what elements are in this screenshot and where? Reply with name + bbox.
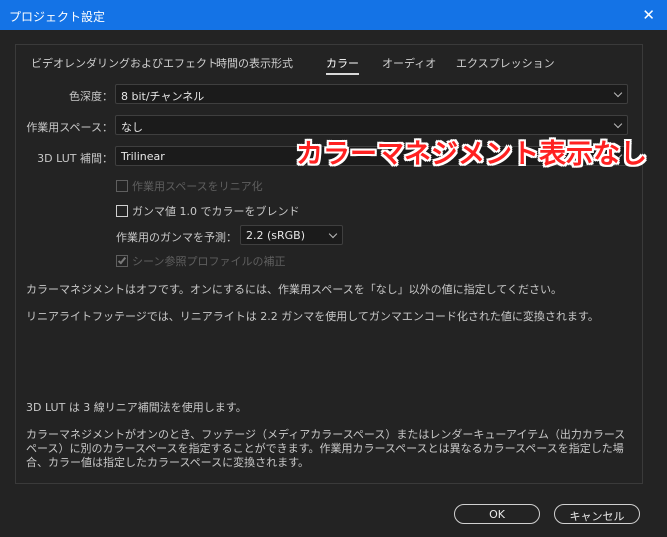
bit-depth-select[interactable]: 8 bit/チャンネル xyxy=(115,84,628,104)
checkbox-icon xyxy=(116,180,128,192)
settings-panel: ビデオレンダリングおよびエフェクト 時間の表示形式 カラー オーディオ エクスプ… xyxy=(15,44,643,484)
linearize-label: 作業用スペースをリニア化 xyxy=(132,180,263,193)
info-color-management-off: カラーマネジメントはオフです。オンにするには、作業用スペースを「なし」以外の値に… xyxy=(26,283,563,296)
tab-expressions[interactable]: エクスプレッション xyxy=(456,55,555,71)
chevron-down-icon xyxy=(613,119,623,129)
tab-time-display[interactable]: 時間の表示形式 xyxy=(216,55,293,71)
cancel-button[interactable]: キャンセル xyxy=(554,504,640,524)
blend-gamma-label: ガンマ値 1.0 でカラーをブレンド xyxy=(132,205,300,218)
tab-audio[interactable]: オーディオ xyxy=(382,55,436,71)
checkbox-icon xyxy=(116,205,128,217)
bit-depth-label: 色深度： xyxy=(69,90,113,103)
lut-interpolation-value: Trilinear xyxy=(121,150,165,163)
predict-gamma-select[interactable]: 2.2 (sRGB) xyxy=(240,225,343,245)
annotation-overlay: カラーマネジメント表示なし xyxy=(296,139,647,170)
info-lut-trilinear: 3D LUT は 3 線リニア補間法を使用します。 xyxy=(26,401,247,414)
checkbox-icon xyxy=(116,255,128,267)
chevron-down-icon xyxy=(613,88,623,98)
info-color-management-on: カラーマネジメントがオンのとき、フッテージ（メディアカラースペース）またはレンダ… xyxy=(26,428,626,469)
info-linear-light: リニアライトフッテージでは、リニアライトは 2.2 ガンマを使用してガンマエンコ… xyxy=(26,310,599,323)
working-space-value: なし xyxy=(121,121,143,134)
tab-color[interactable]: カラー xyxy=(326,55,359,75)
check-mark-icon xyxy=(117,255,127,265)
bit-depth-value: 8 bit/チャンネル xyxy=(121,90,205,103)
lut-interpolation-label: 3D LUT 補間： xyxy=(37,152,113,165)
title-bar: プロジェクト設定 ✕ xyxy=(0,0,667,30)
predict-gamma-value: 2.2 (sRGB) xyxy=(246,229,306,242)
ok-button[interactable]: OK xyxy=(454,504,540,524)
close-icon[interactable]: ✕ xyxy=(642,6,655,24)
chevron-down-icon xyxy=(328,229,338,239)
scene-profile-label: シーン参照プロファイルの補正 xyxy=(132,255,286,268)
scene-profile-checkbox[interactable]: シーン参照プロファイルの補正 xyxy=(116,253,285,269)
blend-gamma-checkbox[interactable]: ガンマ値 1.0 でカラーをブレンド xyxy=(116,203,300,219)
tab-video-rendering[interactable]: ビデオレンダリングおよびエフェクト xyxy=(31,55,218,71)
working-space-label: 作業用スペース： xyxy=(26,121,113,134)
predict-gamma-label: 作業用のガンマを予測： xyxy=(116,231,237,244)
window-title: プロジェクト設定 xyxy=(9,10,106,24)
linearize-checkbox[interactable]: 作業用スペースをリニア化 xyxy=(116,178,263,194)
